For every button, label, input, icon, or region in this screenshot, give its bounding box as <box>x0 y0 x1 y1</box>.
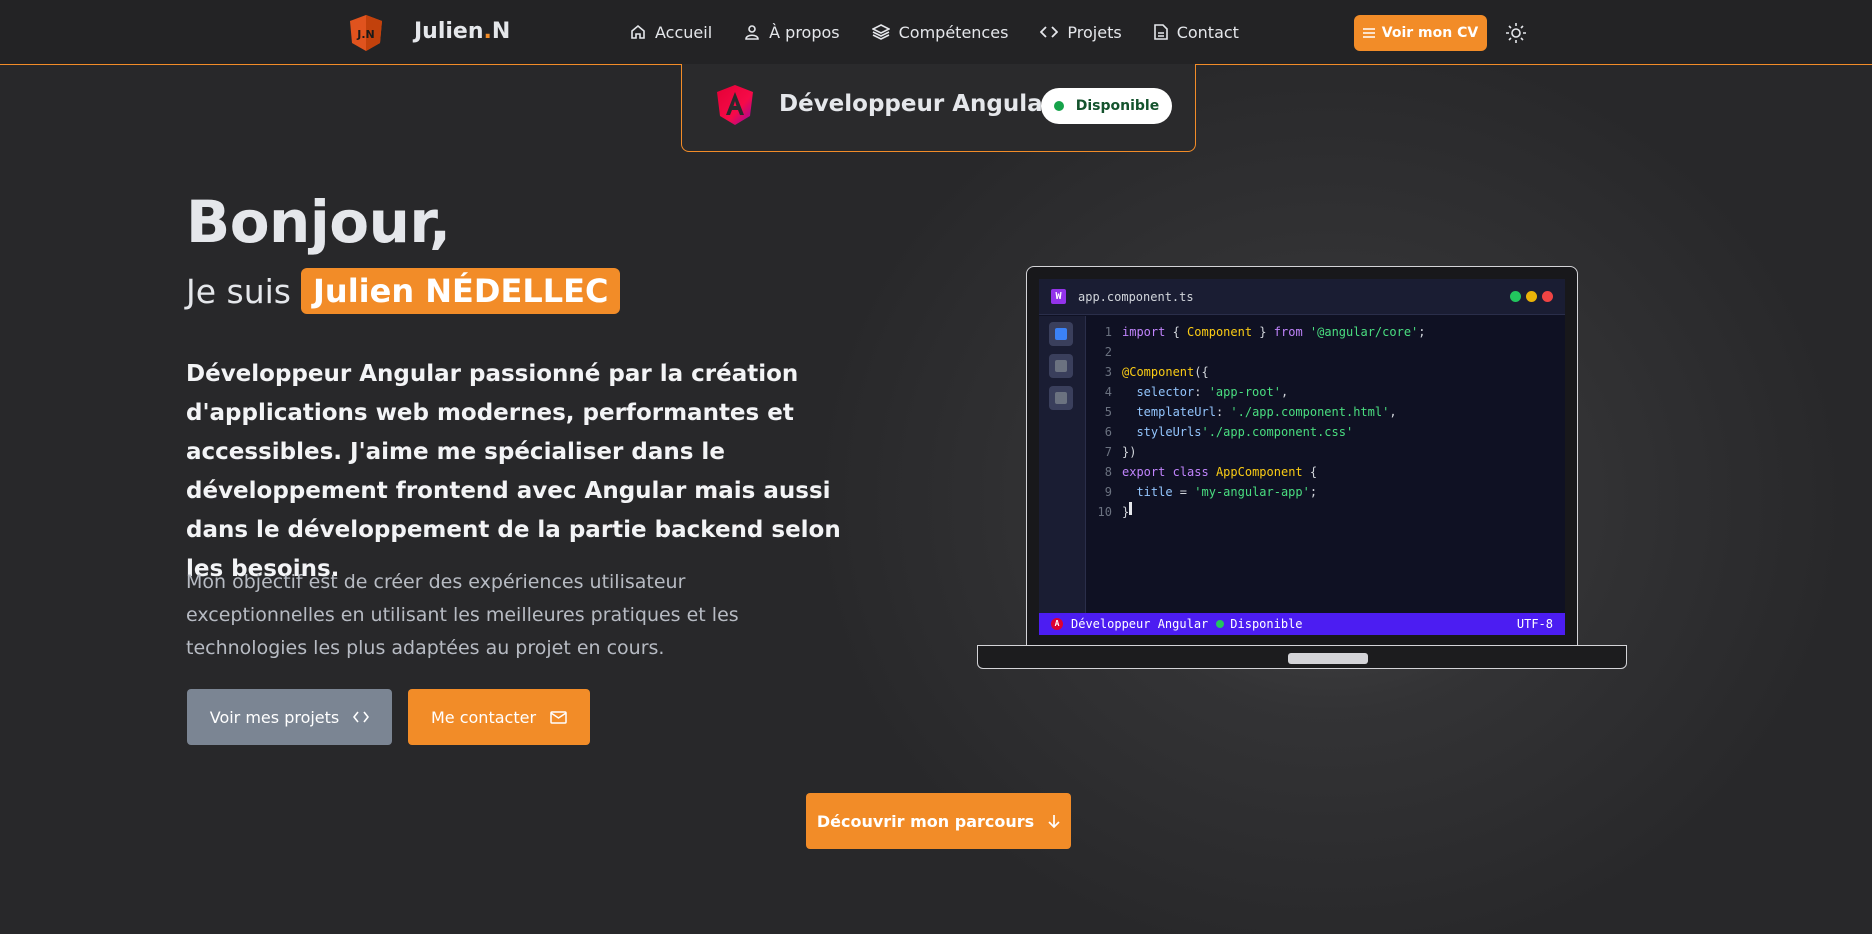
editor-filename[interactable]: app.component.ts <box>1078 290 1194 304</box>
text-cursor <box>1129 502 1133 515</box>
menu-icon <box>1362 28 1375 38</box>
nav-label: Projets <box>1067 22 1122 42</box>
code-line: 5 templateUrl: './app.component.html', <box>1104 405 1397 419</box>
view-projects-label: Voir mes projets <box>209 707 340 727</box>
arrow-down-icon <box>1048 815 1060 828</box>
search-icon[interactable] <box>1049 354 1073 378</box>
code-line: 10} <box>1086 502 1426 522</box>
hero-description: Développeur Angular passionné par la cré… <box>186 361 841 582</box>
availability-label: Disponible <box>1075 98 1160 114</box>
site-name-last: N <box>491 19 511 44</box>
code-content: 1 import { Component } from '@angular/cor… <box>1086 322 1426 522</box>
availability-badge: Disponible <box>1041 88 1172 124</box>
logo-icon[interactable]: J.N <box>348 14 384 52</box>
laptop-notch <box>1288 653 1368 664</box>
view-cv-label: Voir mon CV <box>1381 25 1479 41</box>
main-nav: Accueil À propos Compétences Projets Con… <box>630 22 1271 42</box>
view-projects-button[interactable]: Voir mes projets <box>187 689 392 745</box>
site-name-first: Julien <box>414 19 484 44</box>
statusbar-status: Disponible <box>1230 617 1303 631</box>
discover-journey-label: Découvrir mon parcours <box>816 811 1035 831</box>
close-dot[interactable] <box>1542 291 1553 302</box>
code-line: 2 <box>1104 345 1112 359</box>
nav-label: À propos <box>769 22 840 42</box>
hero-objective: Mon objectif est de créer des expérience… <box>186 571 739 659</box>
nav-label: Compétences <box>898 22 1009 42</box>
code-icon <box>353 711 370 723</box>
code-line: 6 styleUrls './app.component.css' <box>1104 425 1354 439</box>
code-line: 8 export class AppComponent { <box>1104 465 1318 479</box>
site-name[interactable]: Julien.N <box>414 19 510 44</box>
discover-journey-button[interactable]: Découvrir mon parcours <box>806 793 1071 849</box>
sun-icon[interactable] <box>1505 22 1527 44</box>
user-icon <box>745 25 759 40</box>
home-icon <box>631 24 645 39</box>
mail-icon <box>550 710 567 724</box>
layers-icon <box>871 24 890 40</box>
nav-item-competences[interactable]: Compétences <box>871 22 1009 42</box>
code-editor: W app.component.ts 1 import { Component }… <box>1039 279 1565 635</box>
code-line: 7}) <box>1104 445 1137 459</box>
contact-me-button[interactable]: Me contacter <box>408 689 590 745</box>
editor-side-rail <box>1039 316 1086 613</box>
window-controls <box>1505 291 1553 302</box>
angular-logo-icon <box>717 85 753 125</box>
editor-tab-bar: W app.component.ts <box>1039 279 1565 315</box>
status-dot <box>1216 620 1225 628</box>
nav-item-apropos[interactable]: À propos <box>744 22 840 42</box>
minimize-dot[interactable] <box>1526 291 1537 302</box>
nav-label: Accueil <box>655 22 713 42</box>
angular-icon: A <box>1051 618 1063 630</box>
code-icon <box>1040 26 1059 38</box>
status-dot <box>1053 101 1064 111</box>
view-cv-button[interactable]: Voir mon CV <box>1354 15 1487 51</box>
code-line: 4 selector: 'app-root', <box>1104 385 1289 399</box>
role-title: Développeur Angular <box>779 91 1054 117</box>
code-line: 9 title = 'my-angular-app'; <box>1104 485 1318 499</box>
extensions-icon[interactable] <box>1049 386 1073 410</box>
laptop-screen: W app.component.ts 1 import { Component }… <box>1026 266 1578 646</box>
file-icon: W <box>1051 289 1066 304</box>
nav-item-accueil[interactable]: Accueil <box>630 22 712 42</box>
code-line: 1 import { Component } from '@angular/cor… <box>1104 325 1426 339</box>
role-badge: Développeur Angular Disponible <box>681 64 1196 152</box>
statusbar-encoding[interactable]: UTF-8 <box>1517 617 1553 631</box>
nav-item-projets[interactable]: Projets <box>1040 22 1122 42</box>
svg-text:J.N: J.N <box>356 28 374 41</box>
explorer-icon[interactable] <box>1049 322 1073 346</box>
site-name-dot: . <box>483 19 492 44</box>
document-icon <box>1153 24 1168 40</box>
greeting-heading: Bonjour, <box>186 188 451 256</box>
maximize-dot[interactable] <box>1510 291 1521 302</box>
statusbar-role: Développeur Angular <box>1071 617 1209 631</box>
contact-me-label: Me contacter <box>430 707 537 727</box>
intro-text: Je suis <box>186 271 291 311</box>
nav-item-contact[interactable]: Contact <box>1153 22 1239 42</box>
intro-line: Je suis Julien NÉDELLEC <box>186 268 621 314</box>
editor-status-bar: A Développeur Angular Disponible UTF-8 <box>1039 613 1565 635</box>
laptop-base <box>977 645 1627 669</box>
name-highlight: Julien NÉDELLEC <box>301 268 621 314</box>
site-header: J.N Julien.N Accueil À propos Compétence… <box>0 0 1872 65</box>
nav-label: Contact <box>1176 22 1239 42</box>
code-line: 3 @Component({ <box>1104 365 1209 379</box>
